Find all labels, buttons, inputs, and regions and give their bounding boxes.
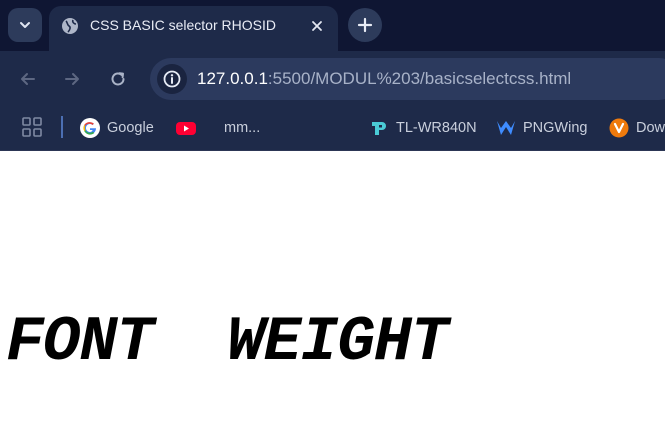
arrow-right-icon [65, 73, 79, 85]
bookmark-google[interactable]: Google [80, 115, 154, 141]
browser-window: CSS BASIC selector RHOSID 127.0.0.1:5500… [0, 0, 665, 433]
page-content: FONT WEIGHT [0, 151, 665, 433]
chevron-down-icon [20, 22, 30, 28]
download-icon [609, 118, 629, 138]
bookmarks-divider [61, 116, 63, 138]
plus-icon [357, 17, 373, 33]
back-button[interactable] [16, 67, 40, 91]
bookmark-youtube[interactable] [176, 115, 203, 141]
bookmark-download[interactable]: Dow [609, 115, 665, 141]
reload-icon [111, 72, 125, 86]
bookmark-label: mm... [224, 120, 261, 136]
pngwing-icon [496, 118, 516, 138]
site-info-button[interactable] [157, 64, 187, 94]
address-bar[interactable]: 127.0.0.1:5500/MODUL%203/basicselectcss.… [150, 58, 665, 100]
url-path: :5500/MODUL%203/basicselectcss.html [267, 69, 572, 88]
bookmark-tl-wr840n[interactable]: TL-WR840N [369, 115, 477, 141]
new-tab-button[interactable] [348, 8, 382, 42]
url-text[interactable]: 127.0.0.1:5500/MODUL%203/basicselectcss.… [197, 69, 571, 89]
globe-icon [62, 18, 78, 34]
close-icon[interactable] [308, 17, 326, 35]
arrow-left-icon [21, 73, 35, 85]
bookmark-label: Dow [636, 120, 665, 136]
info-icon [163, 70, 181, 88]
youtube-icon [176, 118, 196, 138]
tab-active[interactable]: CSS BASIC selector RHOSID [49, 6, 338, 51]
google-icon [80, 118, 100, 138]
bookmark-mm[interactable]: mm... [224, 115, 260, 141]
bookmark-pngwing[interactable]: PNGWing [496, 115, 587, 141]
tplink-icon [369, 118, 389, 138]
bookmark-label: TL-WR840N [396, 120, 477, 136]
page-heading: FONT WEIGHT [6, 307, 449, 378]
bookmark-label: Google [107, 120, 154, 136]
reload-button[interactable] [106, 67, 130, 91]
apps-grid-icon[interactable] [22, 117, 42, 137]
bookmarks-bar: Google mm... TL-WR840N PNGWing Dow [0, 106, 665, 151]
browser-toolbar: 127.0.0.1:5500/MODUL%203/basicselectcss.… [0, 51, 665, 106]
url-host: 127.0.0.1 [197, 69, 268, 88]
tab-search-button[interactable] [8, 8, 42, 42]
tab-title: CSS BASIC selector RHOSID [90, 17, 276, 33]
tab-strip: CSS BASIC selector RHOSID [0, 0, 665, 51]
bookmark-label: PNGWing [523, 120, 588, 136]
forward-button[interactable] [60, 67, 84, 91]
